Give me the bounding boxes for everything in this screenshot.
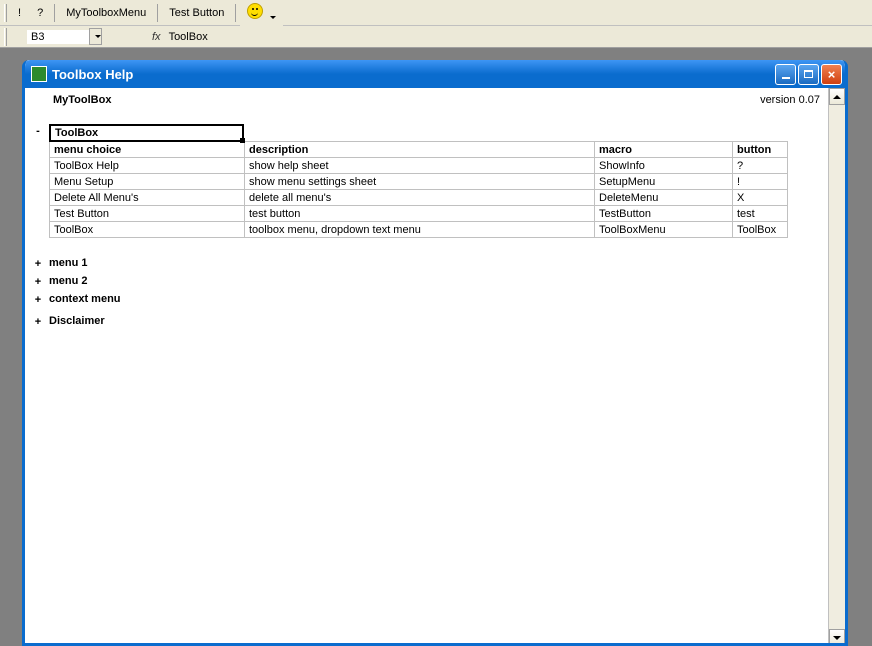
group-label[interactable]: Disclaimer — [49, 315, 105, 327]
toolbar-separator — [157, 4, 158, 22]
titlebar[interactable]: Toolbox Help × — [25, 60, 845, 88]
table-row: ToolBox toolbox menu, dropdown text menu… — [50, 222, 788, 238]
cell-desc[interactable]: show menu settings sheet — [245, 174, 595, 190]
chevron-down-icon — [270, 16, 276, 19]
table-header-row: menu choice description macro button — [50, 142, 788, 158]
col-header-description[interactable]: description — [245, 142, 595, 158]
sheet-content[interactable]: MyToolBox version 0.07 - ToolBox menu ch… — [25, 88, 828, 646]
name-box-dropdown[interactable] — [89, 28, 102, 45]
outline-expand[interactable]: + — [27, 293, 49, 306]
app-icon — [31, 66, 47, 82]
cell-macro[interactable]: DeleteMenu — [595, 190, 733, 206]
cell-menu[interactable]: ToolBox Help — [50, 158, 245, 174]
window-body: MyToolBox version 0.07 - ToolBox menu ch… — [25, 88, 845, 646]
chevron-down-icon — [95, 35, 101, 38]
fx-icon[interactable]: fx — [152, 31, 161, 43]
group-label[interactable]: menu 2 — [49, 275, 88, 287]
maximize-icon — [804, 70, 813, 78]
cell-button[interactable]: X — [733, 190, 788, 206]
cell-macro[interactable]: ToolBoxMenu — [595, 222, 733, 238]
cell-desc[interactable]: delete all menu's — [245, 190, 595, 206]
close-button[interactable]: × — [821, 64, 842, 85]
outline-expand[interactable]: + — [27, 315, 49, 328]
cell-macro[interactable]: SetupMenu — [595, 174, 733, 190]
table-row: Delete All Menu's delete all menu's Dele… — [50, 190, 788, 206]
group-label[interactable]: context menu — [49, 293, 121, 305]
table-row: Menu Setup show menu settings sheet Setu… — [50, 174, 788, 190]
minimize-icon — [782, 77, 790, 79]
cell-desc[interactable]: test button — [245, 206, 595, 222]
main-toolbar: ! ? MyToolboxMenu Test Button — [0, 0, 872, 26]
cell-button[interactable]: ? — [733, 158, 788, 174]
cell-button[interactable]: ToolBox — [733, 222, 788, 238]
cell-menu[interactable]: ToolBox — [50, 222, 245, 238]
toolbar-separator — [54, 4, 55, 22]
table-row: Test Button test button TestButton test — [50, 206, 788, 222]
formula-text[interactable]: ToolBox — [169, 31, 208, 43]
cell-macro[interactable]: TestButton — [595, 206, 733, 222]
table-row: ToolBox Help show help sheet ShowInfo ? — [50, 158, 788, 174]
cell-menu[interactable]: Menu Setup — [50, 174, 245, 190]
window-controls: × — [775, 64, 842, 85]
scroll-down-button[interactable] — [829, 629, 845, 646]
child-window: Toolbox Help × MyToolBox version 0.07 - … — [22, 60, 848, 646]
toolbar-grip[interactable] — [4, 4, 7, 22]
question-button[interactable]: ? — [30, 3, 50, 23]
cell-desc[interactable]: show help sheet — [245, 158, 595, 174]
maximize-button[interactable] — [798, 64, 819, 85]
outline-collapse[interactable]: - — [27, 124, 49, 137]
name-box[interactable] — [27, 28, 102, 45]
formula-bar: fx ToolBox — [0, 26, 872, 48]
col-header-menu[interactable]: menu choice — [50, 142, 245, 158]
toolbox-table: menu choice description macro button Too… — [49, 141, 788, 238]
cell-reference-input[interactable] — [27, 30, 89, 44]
scroll-track[interactable] — [829, 105, 845, 629]
outline-expand[interactable]: + — [27, 257, 49, 270]
smiley-button[interactable] — [240, 0, 283, 26]
cell-menu[interactable]: Test Button — [50, 206, 245, 222]
mytoolboxmenu-button[interactable]: MyToolboxMenu — [59, 3, 153, 23]
mdi-workspace: Toolbox Help × MyToolBox version 0.07 - … — [0, 48, 872, 646]
doc-title: MyToolBox — [53, 94, 111, 106]
minimize-button[interactable] — [775, 64, 796, 85]
active-cell[interactable]: ToolBox — [49, 124, 244, 142]
vertical-scrollbar[interactable] — [828, 88, 845, 646]
group-label[interactable]: menu 1 — [49, 257, 88, 269]
scroll-up-button[interactable] — [829, 88, 845, 105]
cell-button[interactable]: ! — [733, 174, 788, 190]
arrow-down-icon — [833, 636, 841, 640]
col-header-macro[interactable]: macro — [595, 142, 733, 158]
cell-desc[interactable]: toolbox menu, dropdown text menu — [245, 222, 595, 238]
col-header-button[interactable]: button — [733, 142, 788, 158]
smiley-icon — [247, 3, 263, 19]
cell-menu[interactable]: Delete All Menu's — [50, 190, 245, 206]
exclaim-button[interactable]: ! — [11, 3, 28, 23]
test-button[interactable]: Test Button — [162, 3, 231, 23]
close-icon: × — [828, 68, 836, 81]
arrow-up-icon — [833, 95, 841, 99]
cell-button[interactable]: test — [733, 206, 788, 222]
toolbar-separator — [235, 4, 236, 22]
toolbar-grip[interactable] — [4, 28, 7, 46]
window-title: Toolbox Help — [52, 67, 775, 82]
version-label: version 0.07 — [760, 94, 820, 106]
outline-expand[interactable]: + — [27, 275, 49, 288]
cell-macro[interactable]: ShowInfo — [595, 158, 733, 174]
